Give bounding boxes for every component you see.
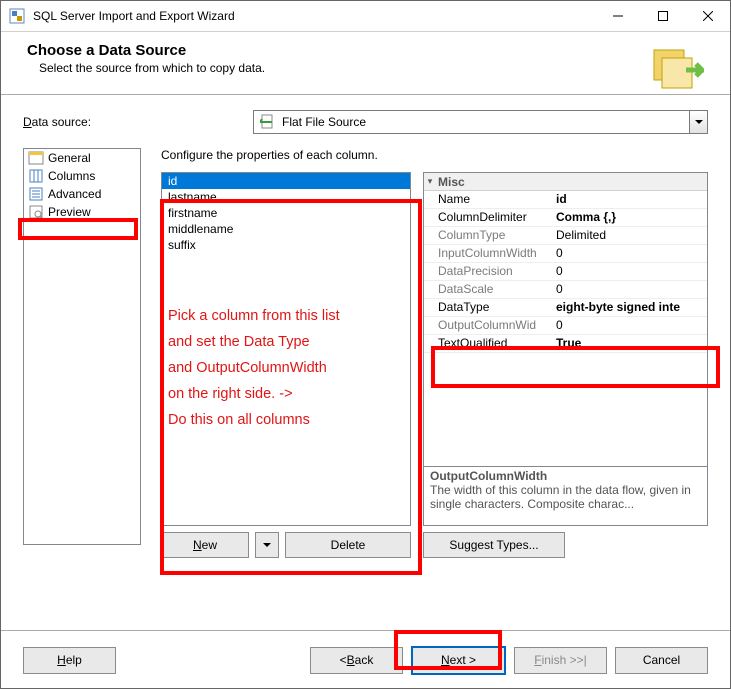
minimize-button[interactable] — [595, 2, 640, 31]
property-key: DataScale — [436, 281, 556, 298]
column-item[interactable]: middlename — [162, 221, 410, 237]
nav-item-advanced[interactable]: Advanced — [24, 185, 140, 203]
property-help-text: The width of this column in the data flo… — [430, 483, 701, 511]
property-row[interactable]: Nameid — [424, 191, 707, 209]
property-value[interactable]: True — [556, 335, 707, 352]
side-nav: GeneralColumnsAdvancedPreview — [23, 148, 141, 545]
property-value[interactable]: 0 — [556, 317, 707, 334]
property-row[interactable]: ColumnTypeDelimited — [424, 227, 707, 245]
nav-icon — [28, 204, 44, 220]
close-button[interactable] — [685, 2, 730, 31]
help-button[interactable]: Help — [23, 647, 116, 674]
data-source-value: Flat File Source — [282, 115, 689, 129]
column-item[interactable]: firstname — [162, 205, 410, 221]
property-row[interactable]: DataTypeeight-byte signed inte — [424, 299, 707, 317]
maximize-button[interactable] — [640, 2, 685, 31]
property-row[interactable]: DataPrecision0 — [424, 263, 707, 281]
nav-item-general[interactable]: General — [24, 149, 140, 167]
property-value[interactable]: id — [556, 191, 707, 208]
property-row[interactable]: TextQualifiedTrue — [424, 335, 707, 353]
property-key: ColumnDelimiter — [436, 209, 556, 226]
instruction-text: Configure the properties of each column. — [161, 148, 708, 162]
nav-icon — [28, 168, 44, 184]
nav-item-preview[interactable]: Preview — [24, 203, 140, 221]
new-dropdown-button[interactable] — [255, 532, 279, 558]
nav-icon — [28, 186, 44, 202]
property-key: DataType — [436, 299, 556, 316]
property-row[interactable]: ColumnDelimiterComma {,} — [424, 209, 707, 227]
property-row[interactable]: InputColumnWidth0 — [424, 245, 707, 263]
column-item[interactable]: lastname — [162, 189, 410, 205]
property-key: TextQualified — [436, 335, 556, 352]
property-key: OutputColumnWid — [436, 317, 556, 334]
data-source-combo[interactable]: Flat File Source — [253, 110, 708, 134]
chevron-down-icon[interactable] — [689, 111, 707, 133]
property-row[interactable]: DataScale0 — [424, 281, 707, 299]
next-button[interactable]: Next > — [411, 646, 506, 675]
annotation-overlay: Pick a column from this listand set the … — [168, 303, 340, 433]
column-list[interactable]: idlastnamefirstnamemiddlenamesuffix Pick … — [161, 172, 411, 526]
titlebar: SQL Server Import and Export Wizard — [1, 1, 730, 32]
property-row[interactable]: OutputColumnWid0 — [424, 317, 707, 335]
back-button[interactable]: < Back — [310, 647, 403, 674]
nav-icon — [28, 150, 44, 166]
wizard-icon — [648, 42, 704, 90]
property-value[interactable]: 0 — [556, 281, 707, 298]
data-source-label: Data source: — [23, 115, 253, 129]
cancel-button[interactable]: Cancel — [615, 647, 708, 674]
page-subtitle: Select the source from which to copy dat… — [39, 61, 648, 75]
nav-item-columns[interactable]: Columns — [24, 167, 140, 185]
suggest-types-button[interactable]: Suggest Types... — [423, 532, 565, 558]
property-help-title: OutputColumnWidth — [430, 469, 701, 483]
property-help: OutputColumnWidth The width of this colu… — [423, 467, 708, 526]
collapse-icon[interactable]: ▾ — [424, 176, 436, 187]
column-item[interactable]: id — [162, 173, 410, 189]
window-title: SQL Server Import and Export Wizard — [33, 9, 595, 23]
delete-button[interactable]: Delete — [285, 532, 411, 558]
property-value[interactable]: Delimited — [556, 227, 707, 244]
property-value[interactable]: Comma {,} — [556, 209, 707, 226]
property-category[interactable]: ▾ Misc — [424, 173, 707, 191]
property-value[interactable]: 0 — [556, 263, 707, 280]
property-key: InputColumnWidth — [436, 245, 556, 262]
property-value[interactable]: 0 — [556, 245, 707, 262]
wizard-window: SQL Server Import and Export Wizard Choo… — [0, 0, 731, 689]
footer: Help < Back Next > Finish >>| Cancel — [1, 630, 730, 688]
property-key: DataPrecision — [436, 263, 556, 280]
page-header: Choose a Data Source Select the source f… — [1, 32, 730, 96]
body: Data source: Flat File Source GeneralCol… — [1, 96, 730, 558]
data-source-row: Data source: Flat File Source — [23, 110, 708, 134]
column-item[interactable]: suffix — [162, 237, 410, 253]
page-title: Choose a Data Source — [27, 42, 648, 59]
property-key: ColumnType — [436, 227, 556, 244]
new-button[interactable]: New — [161, 532, 249, 558]
finish-button[interactable]: Finish >>| — [514, 647, 607, 674]
app-icon — [9, 8, 25, 24]
property-key: Name — [436, 191, 556, 208]
property-value[interactable]: eight-byte signed inte — [556, 299, 707, 316]
flatfile-icon — [260, 114, 276, 130]
property-grid[interactable]: ▾ Misc NameidColumnDelimiterComma {,}Col… — [423, 172, 708, 467]
